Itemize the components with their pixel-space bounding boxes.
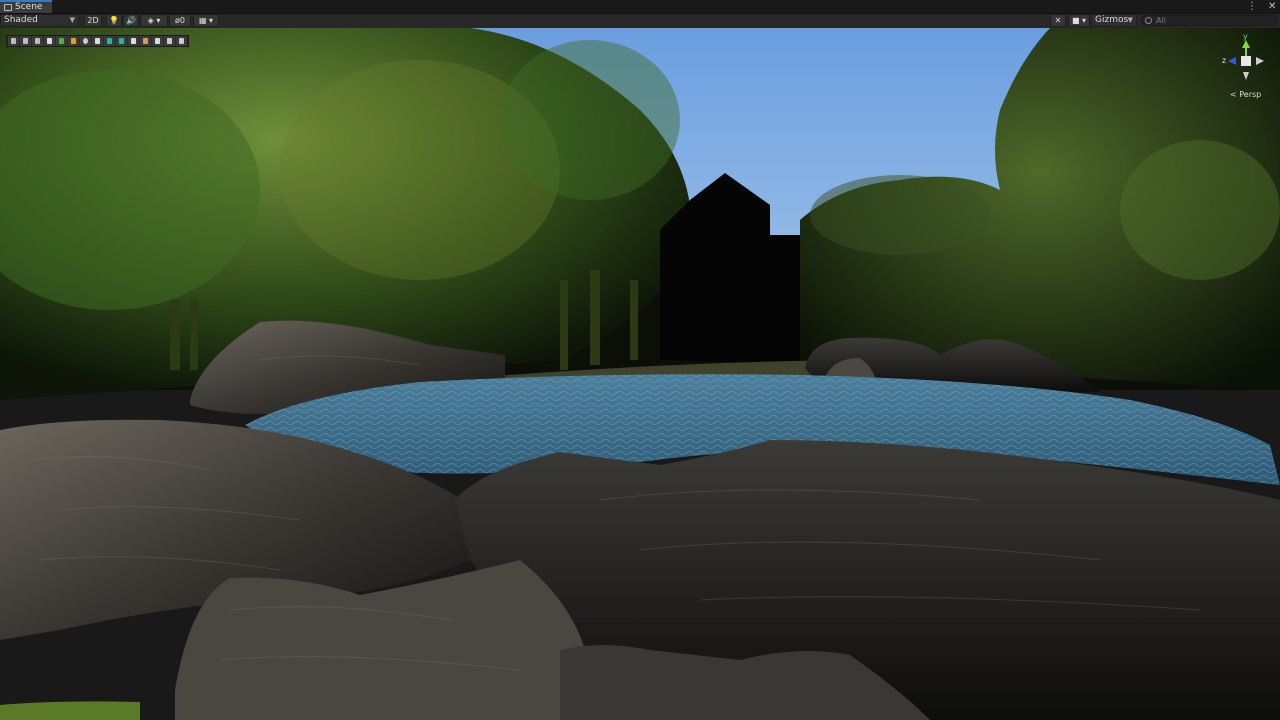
grid-icon: ▦ ▾ — [198, 16, 214, 25]
draw-mode-dropdown[interactable]: Shaded ▼ — [0, 14, 79, 27]
chevron-down-icon: ▼ — [1127, 16, 1133, 24]
scene-render — [0, 28, 1280, 720]
overlay-tool-4[interactable] — [44, 36, 55, 46]
right-foliage-highlight — [1120, 140, 1280, 280]
gizmos-dropdown[interactable]: Gizmos ▼ — [1091, 14, 1137, 27]
projection-label: Persp — [1239, 90, 1262, 99]
overlay-tool-9[interactable] — [104, 36, 115, 46]
speaker-icon: 🔊 — [126, 16, 136, 25]
overlay-tool-8[interactable] — [92, 36, 103, 46]
overlay-tool-12[interactable] — [140, 36, 151, 46]
overlay-tool-1[interactable] — [8, 36, 19, 46]
far-foliage-highlight — [810, 175, 990, 255]
tab-scene-label: Scene — [15, 2, 43, 12]
overlay-tool-6[interactable] — [68, 36, 79, 46]
gizmo-center-cube[interactable] — [1241, 56, 1251, 66]
y-axis-label: y — [1243, 34, 1248, 41]
search-placeholder: All — [1156, 16, 1166, 25]
z-axis-label: z — [1222, 56, 1226, 65]
camera-icon: ■ ▾ — [1071, 16, 1087, 25]
lightbulb-icon: 💡 — [109, 16, 119, 25]
search-icon — [1145, 17, 1152, 24]
overlay-tool-13[interactable] — [152, 36, 163, 46]
scene-toolbar: Shaded ▼ 2D 💡 🔊 ◈ ▾ ø0 ▦ ▾ ✕ ■ ▾ Gizmos … — [0, 14, 1280, 28]
tab-scene[interactable]: Scene — [0, 0, 52, 13]
overlay-tool-7[interactable] — [80, 36, 91, 46]
scene-icon — [4, 4, 12, 11]
overlay-tool-3[interactable] — [32, 36, 43, 46]
toggle-2d-button[interactable]: 2D — [84, 14, 102, 27]
scene-viewport[interactable] — [0, 28, 1280, 720]
neg-y-axis-cone[interactable] — [1243, 72, 1249, 80]
z-axis-cone[interactable] — [1228, 57, 1236, 65]
overlay-tool-11[interactable] — [128, 36, 139, 46]
overlay-tool-2[interactable] — [20, 36, 31, 46]
overlay-tool-5[interactable] — [56, 36, 67, 46]
tools-icon: ✕ — [1054, 16, 1062, 25]
kebab-icon[interactable]: ⋮ — [1247, 1, 1257, 12]
hidden-count: 0 — [179, 16, 185, 25]
gizmos-label: Gizmos — [1095, 15, 1129, 25]
grass-patch — [0, 701, 140, 720]
window-tab-bar: Scene ⋮ ✕ — [0, 0, 1280, 14]
effects-dropdown[interactable]: ◈ ▾ — [140, 14, 168, 27]
camera-dropdown[interactable]: ■ ▾ — [1068, 14, 1090, 27]
scene-visibility-button[interactable]: ø0 — [169, 14, 191, 27]
overlay-tool-10[interactable] — [116, 36, 127, 46]
overlay-tool-14[interactable] — [164, 36, 175, 46]
close-icon[interactable]: ✕ — [1268, 1, 1276, 12]
y-axis-cone[interactable] — [1242, 40, 1250, 48]
search-input[interactable]: All — [1141, 15, 1278, 26]
effects-icon: ◈ ▾ — [147, 16, 161, 25]
tools-button[interactable]: ✕ — [1050, 14, 1066, 27]
draw-mode-label: Shaded — [4, 15, 38, 25]
grid-dropdown[interactable]: ▦ ▾ — [193, 14, 219, 27]
scene-overlay-toolbar — [6, 35, 189, 47]
overlay-tool-15[interactable] — [176, 36, 187, 46]
audio-toggle-button[interactable]: 🔊 — [123, 14, 139, 27]
lighting-toggle-button[interactable]: 💡 — [106, 14, 122, 27]
chevron-down-icon: ▼ — [69, 16, 75, 24]
tall-tree-highlight — [500, 40, 680, 200]
toggle-2d-label: 2D — [87, 16, 99, 25]
x-axis-cone[interactable] — [1256, 57, 1264, 65]
projection-toggle[interactable]: < Persp — [1230, 90, 1261, 99]
